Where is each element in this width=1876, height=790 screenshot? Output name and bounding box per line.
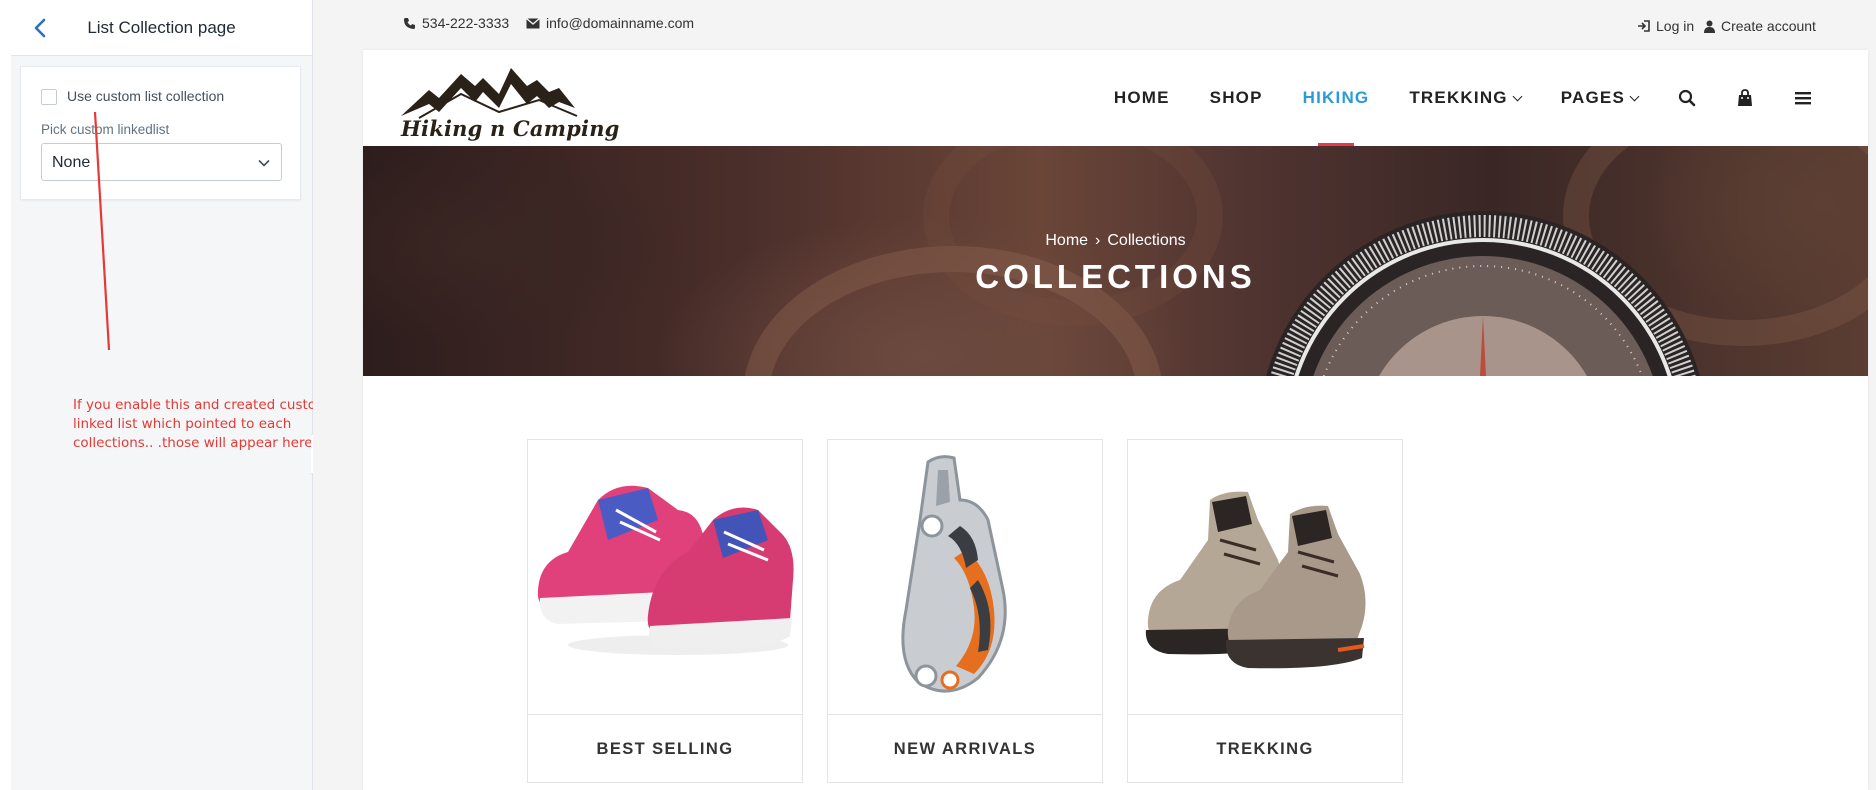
collection-title: NEW ARRIVALS	[893, 740, 1037, 758]
collections-banner: Home › Collections COLLECTIONS	[363, 146, 1868, 376]
collection-card-best-selling[interactable]: BEST SELLING	[527, 439, 803, 783]
site-logo[interactable]: Hiking n Camping	[399, 64, 619, 144]
chevron-down-icon	[258, 159, 270, 167]
mountains-logo-icon	[401, 68, 578, 119]
phone-number: 534-222-3333	[422, 15, 510, 31]
card-divider	[528, 714, 802, 715]
utility-bar: 534-222-3333 info@domainname.com Log in …	[313, 0, 1876, 50]
nav-pages[interactable]: PAGES	[1560, 50, 1640, 146]
storefront-preview: 534-222-3333 info@domainname.com Log in …	[313, 0, 1876, 790]
user-icon	[1704, 20, 1715, 33]
annotation-arrow-line	[93, 111, 111, 351]
main-navigation: HOME SHOP HIKING TREKKING PAGES	[1074, 50, 1812, 146]
nav-hiking[interactable]: HIKING	[1303, 50, 1370, 146]
phone-contact[interactable]: 534-222-3333	[403, 15, 509, 31]
collection-card-new-arrivals[interactable]: NEW ARRIVALS	[827, 439, 1103, 783]
settings-card: Use custom list collection Pick custom l…	[20, 66, 301, 200]
chevron-down-icon	[1512, 91, 1523, 101]
site-frame: Hiking n Camping HOME SHOP HIKING TREKKI…	[363, 50, 1868, 790]
collection-card-trekking[interactable]: TREKKING	[1127, 439, 1403, 783]
linkedlist-select[interactable]: None	[41, 143, 282, 181]
menu-icon[interactable]	[1794, 89, 1812, 107]
create-account-link[interactable]: Create account	[1704, 18, 1816, 34]
login-link[interactable]: Log in	[1637, 18, 1694, 34]
chevron-down-icon	[1629, 91, 1640, 101]
nav-pages-label: PAGES	[1560, 88, 1625, 107]
editor-header: List Collection page	[11, 0, 312, 56]
card-divider	[1128, 714, 1402, 715]
use-custom-list-label[interactable]: Use custom list collection	[67, 88, 224, 104]
panel-title: List Collection page	[87, 18, 236, 37]
breadcrumb-separator: ›	[1095, 232, 1101, 249]
theme-editor-panel: List Collection page Use custom list col…	[0, 0, 333, 790]
pick-linkedlist-label: Pick custom linkedlist	[41, 122, 170, 137]
email-contact[interactable]: info@domainname.com	[526, 15, 694, 31]
envelope-icon	[526, 17, 540, 28]
site-header: Hiking n Camping HOME SHOP HIKING TREKKI…	[363, 50, 1868, 146]
linkedlist-select-value: None	[52, 154, 91, 171]
phone-icon	[404, 17, 415, 29]
nav-home[interactable]: HOME	[1114, 50, 1170, 146]
logo-wordmark: Hiking n Camping	[401, 116, 620, 141]
nav-trekking-label: TREKKING	[1409, 88, 1508, 107]
search-icon[interactable]	[1678, 89, 1696, 107]
climbing-ascender-image	[901, 455, 1007, 693]
create-account-label: Create account	[1721, 18, 1816, 34]
nav-hiking-label: HIKING	[1302, 88, 1370, 107]
annotation-note: If you enable this and created custom li…	[73, 397, 330, 451]
nav-shop-label: SHOP	[1209, 88, 1263, 107]
card-divider	[828, 714, 1102, 715]
hiking-boots-image	[1145, 491, 1366, 669]
use-custom-list-checkbox[interactable]	[41, 89, 57, 105]
editor-edge	[0, 0, 11, 790]
shopping-bag-icon[interactable]	[1736, 89, 1754, 107]
collection-title: TREKKING	[1216, 740, 1314, 758]
page-title: COLLECTIONS	[975, 258, 1256, 295]
pink-shoes-image	[537, 485, 794, 655]
collection-title: BEST SELLING	[596, 740, 734, 758]
login-label: Log in	[1656, 18, 1695, 34]
email-address: info@domainname.com	[546, 15, 695, 31]
nav-home-label: HOME	[1113, 88, 1170, 107]
breadcrumb: Home › Collections	[363, 232, 1868, 250]
breadcrumb-current: Collections	[1107, 232, 1186, 249]
sign-in-icon	[1638, 20, 1650, 32]
nav-trekking[interactable]: TREKKING	[1409, 50, 1523, 146]
nav-shop[interactable]: SHOP	[1210, 50, 1263, 146]
breadcrumb-home[interactable]: Home	[1045, 232, 1088, 249]
